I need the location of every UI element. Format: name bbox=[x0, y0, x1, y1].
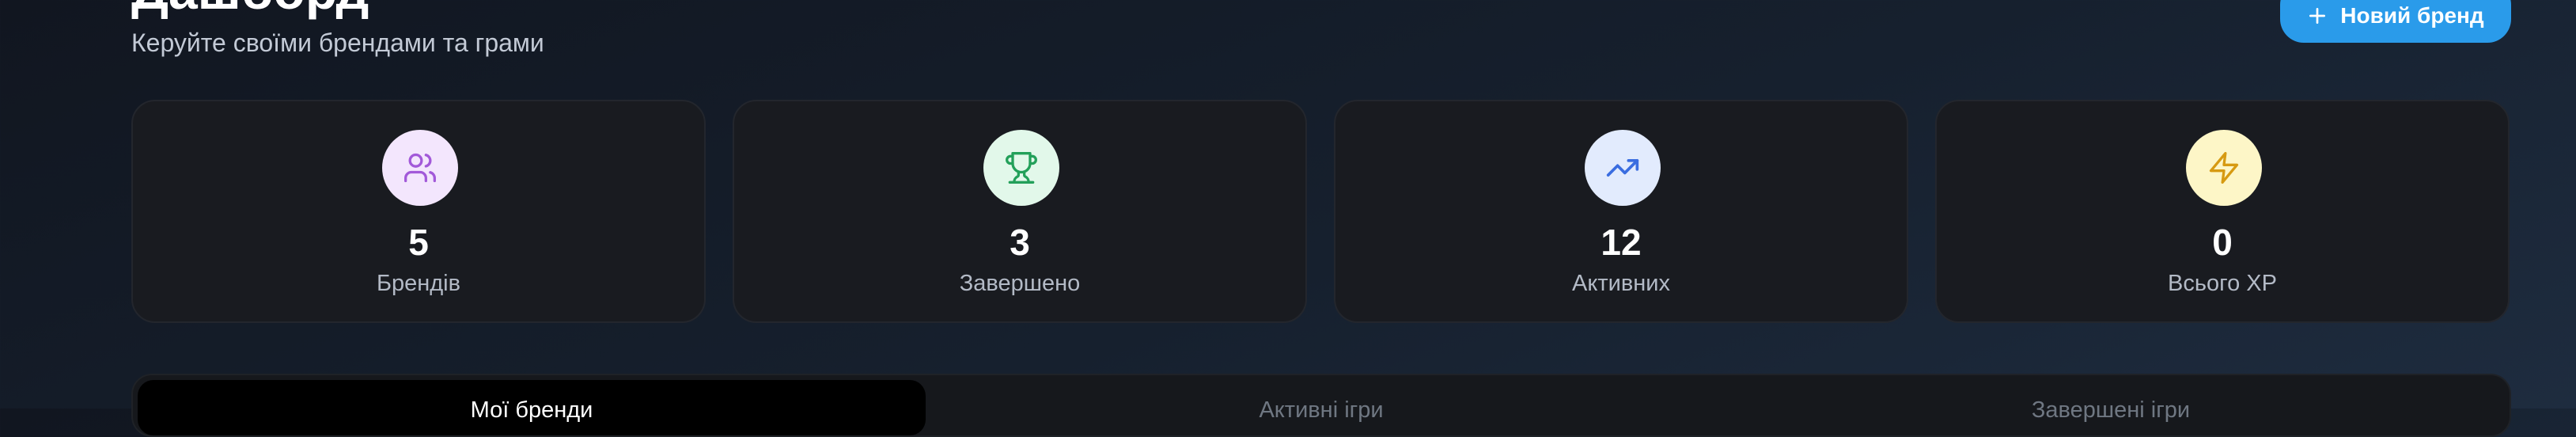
stat-icon-badge bbox=[382, 130, 458, 206]
stats-grid: 5 Брендів 3 Завершено 12 Активних 0 Всьо… bbox=[131, 100, 2511, 323]
stat-icon-badge bbox=[1585, 130, 1661, 206]
stat-card-brands: 5 Брендів bbox=[131, 100, 706, 323]
page-subtitle: Керуйте своїми брендами та грами bbox=[131, 28, 544, 57]
stat-value: 0 bbox=[2212, 222, 2233, 263]
plus-icon bbox=[2307, 6, 2328, 26]
page-title: Дашборд bbox=[131, 0, 369, 17]
tab-bar: Мої бренди Активні ігри Завершені ігри bbox=[131, 374, 2511, 437]
new-brand-button[interactable]: Новий бренд bbox=[2280, 0, 2511, 43]
stat-card-total-xp: 0 Всього XP bbox=[1935, 100, 2510, 323]
dashboard-header: Дашборд Керуйте своїми брендами та грами… bbox=[131, 0, 2511, 63]
trending-up-icon bbox=[1606, 159, 1639, 177]
stat-card-completed: 3 Завершено bbox=[733, 100, 1307, 323]
zap-icon bbox=[2209, 152, 2239, 184]
stat-icon-badge bbox=[983, 130, 1059, 206]
stat-label: Брендів bbox=[376, 271, 461, 296]
stat-label: Активних bbox=[1572, 271, 1670, 296]
stat-card-active: 12 Активних bbox=[1334, 100, 1908, 323]
tab-active-games[interactable]: Активні ігри bbox=[927, 380, 1715, 435]
stat-label: Завершено bbox=[959, 271, 1081, 296]
stat-value: 5 bbox=[408, 222, 429, 263]
stat-value: 12 bbox=[1601, 222, 1642, 263]
stat-icon-badge bbox=[2186, 130, 2262, 206]
new-brand-label: Новий бренд bbox=[2340, 3, 2484, 28]
stat-value: 3 bbox=[1010, 222, 1030, 263]
trophy-icon bbox=[1006, 152, 1037, 184]
stat-label: Всього XP bbox=[2168, 271, 2277, 296]
tab-my-brands[interactable]: Мої бренди bbox=[138, 380, 926, 435]
users-icon bbox=[404, 153, 436, 183]
tab-completed-games[interactable]: Завершені ігри bbox=[1717, 380, 2505, 435]
